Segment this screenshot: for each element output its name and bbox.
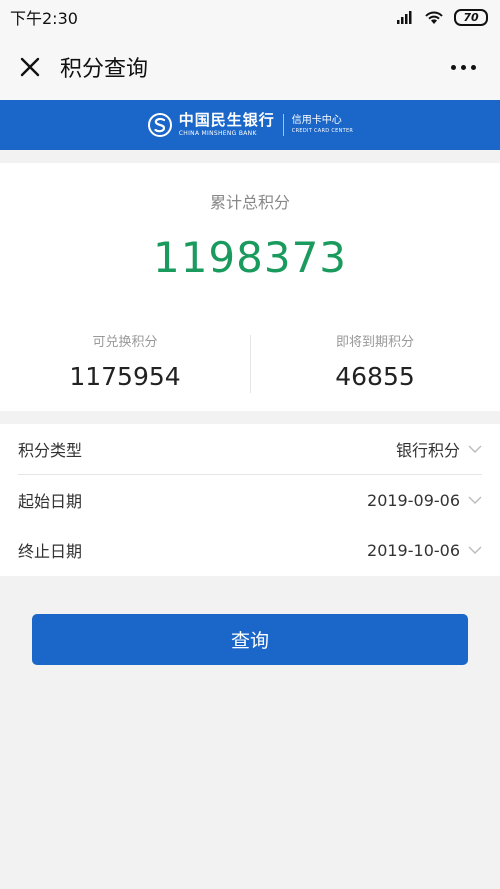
start-date-select[interactable]: 起始日期 2019-09-06 bbox=[18, 475, 482, 525]
end-date-value: 2019-10-06 bbox=[367, 540, 460, 560]
end-date-select[interactable]: 终止日期 2019-10-06 bbox=[18, 525, 482, 575]
start-date-label: 起始日期 bbox=[18, 492, 83, 511]
chevron-down-icon bbox=[468, 496, 482, 504]
expiring-points-value: 46855 bbox=[335, 362, 415, 391]
points-type-label: 积分类型 bbox=[18, 441, 83, 460]
more-icon[interactable] bbox=[445, 59, 482, 76]
card-center-cn: 信用卡中心 bbox=[291, 115, 342, 126]
status-bar: 下午2:30 70 bbox=[0, 0, 500, 34]
status-time: 下午2:30 bbox=[10, 9, 78, 28]
status-icons: 70 bbox=[396, 8, 488, 26]
chevron-down-icon bbox=[468, 445, 482, 453]
banner-divider bbox=[282, 114, 284, 136]
expiring-points: 即将到期积分 46855 bbox=[250, 331, 500, 391]
redeemable-points: 可兑换积分 1175954 bbox=[0, 331, 250, 391]
chevron-down-icon bbox=[468, 546, 482, 554]
battery-icon: 70 bbox=[454, 8, 488, 26]
points-type-select[interactable]: 积分类型 银行积分 bbox=[18, 424, 482, 475]
points-summary-card: 累计总积分 1198373 可兑换积分 1175954 即将到期积分 46855 bbox=[0, 163, 500, 411]
end-date-label: 终止日期 bbox=[18, 542, 83, 561]
bank-name: 中国民生银行 CHINA MINSHENG BANK bbox=[179, 113, 275, 137]
query-form: 积分类型 银行积分 起始日期 2019-09-06 终止日期 2019-10-0… bbox=[0, 424, 500, 576]
card-center: 信用卡中心 CREDIT CARD CENTER bbox=[292, 116, 353, 134]
bank-name-cn: 中国民生银行 bbox=[178, 111, 275, 129]
total-points-value: 1198373 bbox=[152, 233, 348, 282]
query-button[interactable]: 查询 bbox=[32, 614, 468, 665]
redeemable-points-label: 可兑换积分 bbox=[92, 335, 158, 350]
total-points-label: 累计总积分 bbox=[209, 193, 290, 212]
points-type-value: 银行积分 bbox=[395, 441, 460, 460]
card-center-en: CREDIT CARD CENTER bbox=[291, 128, 354, 134]
wifi-icon bbox=[425, 11, 443, 24]
redeemable-points-value: 1175954 bbox=[69, 362, 181, 391]
bank-banner: 中国民生银行 CHINA MINSHENG BANK 信用卡中心 CREDIT … bbox=[0, 100, 500, 150]
bank-name-en: CHINA MINSHENG BANK bbox=[178, 130, 257, 137]
expiring-points-label: 即将到期积分 bbox=[335, 335, 414, 350]
nav-bar: 积分查询 bbox=[0, 34, 500, 100]
start-date-value: 2019-09-06 bbox=[367, 490, 460, 510]
signal-icon bbox=[397, 11, 412, 24]
close-icon[interactable] bbox=[18, 55, 42, 79]
page-title: 积分查询 bbox=[60, 57, 149, 82]
bank-logo-icon bbox=[147, 113, 172, 137]
